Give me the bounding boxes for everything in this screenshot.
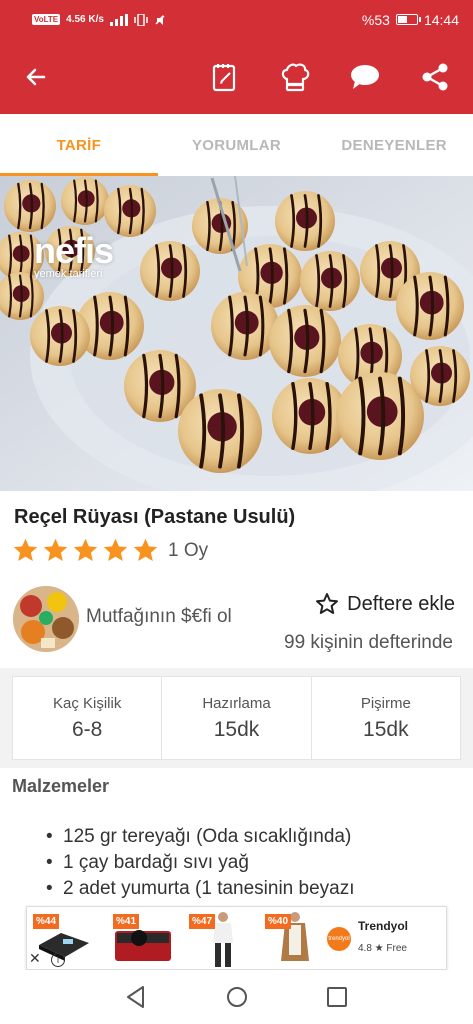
nav-back-icon[interactable] [123,984,149,1010]
arrow-left-icon [26,68,46,86]
star-outline-icon [316,593,339,614]
tab-tried[interactable]: DENEYENLER [315,114,473,176]
star-icon [103,538,128,561]
comment-button[interactable] [345,57,385,97]
vibrate-icon [134,13,148,26]
info-value: 15dk [213,717,260,741]
recipe-info-box: Kaç Kişilik 6-8 Hazırlama 15dk Pişirme 1… [12,676,461,760]
ad-product-coat[interactable]: %40 [263,909,325,969]
save-label: Deftere ekle [347,592,455,615]
rating-count: 1 Oy [168,539,209,561]
avatar[interactable] [13,586,79,652]
recipe-title: Reçel Rüyası (Pastane Usulü) [14,506,296,528]
saved-count: 99 kişinin defterinde [284,632,453,653]
ad-banner[interactable]: %44 %41 %47 %40 trendyol Trendyol 4.8 ★ … [26,906,447,970]
info-prep-time: Hazırlama 15dk [162,677,312,759]
cookies-illustration [0,176,473,491]
star-icon [73,538,98,561]
chef-hat-icon [281,63,310,92]
status-left: VoLTE 4.56 K/s [32,13,166,26]
info-label: Pişirme [360,694,411,712]
star-icon [13,538,38,561]
watermark-brand: nefis [34,230,114,271]
battery-icon [395,14,421,25]
notebook-icon [212,64,236,92]
info-label: Kaç Kişilik [52,694,122,712]
tab-comments[interactable]: YORUMLAR [158,114,316,176]
network-speed: 4.56 K/s [66,14,104,25]
nav-home-icon[interactable] [224,984,250,1010]
nav-recents-icon[interactable] [324,984,350,1010]
star-rating [12,537,159,564]
volte-indicator: VoLTE [32,14,61,25]
signal-icon [109,13,128,26]
system-nav-bar [0,970,473,1024]
discount-badge: %40 [265,914,292,929]
chef-button[interactable] [275,57,315,97]
watermark-logo: nefis yemek tarifleri [34,230,114,280]
info-servings: Kaç Kişilik 6-8 [13,677,163,759]
battery-percent: %53 [361,11,390,28]
app-bar [0,39,473,114]
ad-brand-name: Trendyol [358,919,409,933]
discount-badge: %47 [189,914,216,929]
discount-badge: %41 [113,914,140,929]
tab-recipe[interactable]: TARİF [0,114,158,176]
list-item: 2 adet yumurta (1 tanesinin beyazı [46,876,456,902]
ad-product-outfit[interactable]: %47 [187,909,249,969]
add-to-notebook-button[interactable]: Deftere ekle [315,592,455,616]
notebook-button[interactable] [205,57,245,97]
app-bar-actions [205,57,455,97]
back-button[interactable] [20,61,52,93]
status-right: %53 14:44 [362,12,459,28]
ad-info-icon[interactable]: i [51,953,65,967]
info-label: Hazırlama [202,694,271,712]
rating[interactable]: 1 Oy [12,537,208,564]
list-item: 1 çay bardağı sıvı yağ [46,850,456,876]
info-value: 15dk [363,717,409,741]
mute-icon [155,14,165,25]
recipe-photo: nefis yemek tarifleri [0,176,473,491]
star-icon [133,538,158,561]
author-name[interactable]: Mutfağının $€fi ol [86,606,232,628]
comment-icon [351,65,379,89]
ingredients-list: 125 gr tereyağı (Oda sıcaklığında) 1 çay… [46,824,456,902]
ad-close-button[interactable]: ✕ [29,950,41,967]
ad-product-turntable[interactable]: %41 [111,909,173,969]
ingredients-heading: Malzemeler [12,776,110,796]
discount-badge: %44 [33,914,60,929]
recipe-info-section: Kaç Kişilik 6-8 Hazırlama 15dk Pişirme 1… [0,668,473,768]
status-bar: VoLTE 4.56 K/s %53 14:44 [0,0,473,39]
trendyol-logo: trendyol [327,927,351,951]
list-item: 125 gr tereyağı (Oda sıcaklığında) [46,824,456,850]
info-value: 6-8 [71,717,103,741]
author-row: Mutfağının $€fi ol Deftere ekle 99 kişin… [0,578,473,668]
clock: 14:44 [423,11,459,28]
ad-rating: 4.8 ★ Free [358,943,407,954]
star-icon [43,538,68,561]
info-cook-time: Pişirme 15dk [312,677,460,759]
tab-bar: TARİF YORUMLAR DENEYENLER [0,114,473,176]
watermark-subtitle: yemek tarifleri [34,268,103,280]
share-icon [422,63,448,91]
share-button[interactable] [415,57,455,97]
